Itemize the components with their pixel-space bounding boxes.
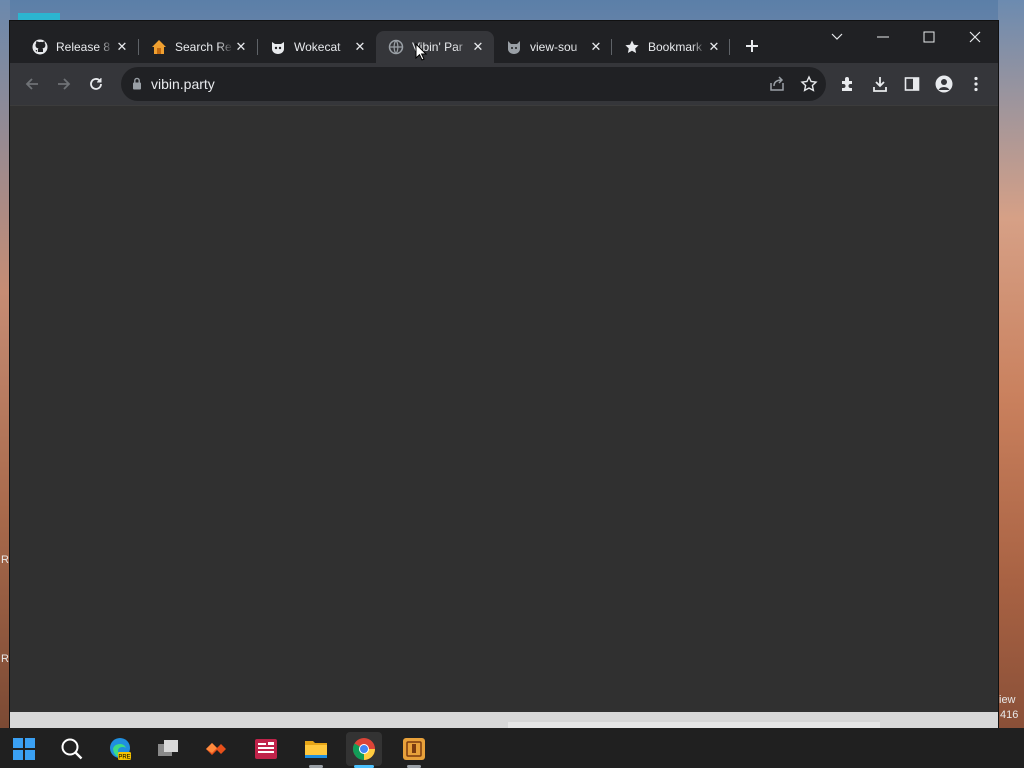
start-button[interactable] xyxy=(6,732,42,766)
close-icon[interactable]: ✕ xyxy=(588,39,604,55)
task-view-icon xyxy=(158,740,178,756)
profile-button[interactable] xyxy=(932,72,956,96)
app-red-icon xyxy=(255,739,277,759)
side-panel-icon xyxy=(904,77,920,91)
tab-strip: Release 8 ✕ Search Re ✕ Wokecat ✕ Vibin'… xyxy=(10,21,998,63)
menu-button[interactable] xyxy=(964,72,988,96)
taskbar: PRE xyxy=(0,728,1024,768)
arrow-left-icon xyxy=(25,78,38,90)
tab-view-source[interactable]: view-sou ✕ xyxy=(494,31,612,63)
back-button[interactable] xyxy=(20,72,44,96)
mouse-cursor-icon xyxy=(415,42,428,66)
close-icon[interactable]: ✕ xyxy=(114,39,130,55)
browser-toolbar: vibin.party xyxy=(10,63,998,105)
page-content[interactable] xyxy=(10,105,998,713)
desktop-label: R xyxy=(1,554,9,566)
tab-bookmarks[interactable]: Bookmark ✕ xyxy=(612,31,730,63)
tab-title: Release 8 xyxy=(56,40,111,54)
taskbar-app-gold[interactable] xyxy=(396,732,432,768)
minimize-icon xyxy=(877,36,889,38)
file-explorer-icon xyxy=(305,741,327,758)
close-icon[interactable]: ✕ xyxy=(352,39,368,55)
forward-button[interactable] xyxy=(52,72,76,96)
tab-vibin-party[interactable]: Vibin' Par ✕ xyxy=(376,31,494,63)
taskbar-file-explorer[interactable] xyxy=(298,732,334,768)
tab-wokecat[interactable]: Wokecat ✕ xyxy=(258,31,376,63)
taskbar-search-button[interactable] xyxy=(54,732,90,766)
close-icon[interactable]: ✕ xyxy=(706,39,722,55)
taskbar-app-orange[interactable] xyxy=(198,732,234,766)
house-icon xyxy=(151,39,167,55)
address-bar[interactable]: vibin.party xyxy=(121,67,826,101)
downloads-button[interactable] xyxy=(868,72,892,96)
kebab-menu-icon xyxy=(974,76,978,92)
tab-title: Bookmark xyxy=(648,40,703,54)
desktop-label: 416 xyxy=(1000,709,1019,721)
maximize-icon xyxy=(923,31,935,43)
github-icon xyxy=(32,39,48,55)
edge-preview-icon: PRE xyxy=(110,738,131,761)
app-orange-icon xyxy=(206,743,226,755)
bookmark-star-icon[interactable] xyxy=(800,75,818,98)
side-panel-button[interactable] xyxy=(900,72,924,96)
desktop-wallpaper-left xyxy=(0,0,10,728)
url-text[interactable]: vibin.party xyxy=(151,76,215,92)
tab-title: view-sou xyxy=(530,40,578,54)
extensions-button[interactable] xyxy=(836,72,860,96)
window-bottom-strip xyxy=(10,712,998,728)
download-icon xyxy=(873,77,887,92)
desktop-label: iew xyxy=(999,694,1016,706)
desktop-highlight xyxy=(18,13,60,21)
profile-icon xyxy=(935,75,953,93)
start-icon xyxy=(13,738,35,760)
cat-icon xyxy=(506,39,522,55)
search-icon xyxy=(61,738,83,760)
desktop-wallpaper-right xyxy=(998,0,1024,728)
tab-search[interactable]: Search Re ✕ xyxy=(139,31,257,63)
taskbar-task-view[interactable] xyxy=(150,732,186,766)
tab-search-button[interactable] xyxy=(817,24,857,50)
close-icon[interactable]: ✕ xyxy=(470,39,486,55)
tab-title: Wokecat xyxy=(294,40,341,54)
desktop-label: R xyxy=(1,653,9,665)
close-icon xyxy=(969,31,981,43)
tab-divider xyxy=(729,39,730,55)
taskbar-app-red[interactable] xyxy=(248,732,284,766)
share-icon[interactable] xyxy=(768,75,786,98)
plus-icon xyxy=(746,40,758,52)
svg-text:PRE: PRE xyxy=(118,755,130,761)
maximize-button[interactable] xyxy=(909,24,949,50)
tab-title: Search Re xyxy=(175,40,232,54)
chrome-icon xyxy=(353,738,375,760)
lock-icon[interactable] xyxy=(132,77,142,95)
minimize-button[interactable] xyxy=(863,24,903,50)
app-gold-icon xyxy=(403,738,425,760)
browser-window: Release 8 ✕ Search Re ✕ Wokecat ✕ Vibin'… xyxy=(10,21,998,728)
globe-icon xyxy=(388,39,404,55)
tab-release[interactable]: Release 8 ✕ xyxy=(20,31,138,63)
star-icon xyxy=(624,39,640,55)
taskbar-edge-preview[interactable]: PRE xyxy=(102,732,138,766)
new-tab-button[interactable] xyxy=(741,35,763,57)
close-window-button[interactable] xyxy=(955,24,995,50)
wokecat-icon xyxy=(270,39,286,55)
reload-button[interactable] xyxy=(84,72,108,96)
taskbar-chrome[interactable] xyxy=(346,732,382,768)
reload-icon xyxy=(90,78,102,90)
close-icon[interactable]: ✕ xyxy=(233,39,249,55)
puzzle-icon xyxy=(842,77,852,91)
chevron-down-icon xyxy=(831,33,843,40)
arrow-right-icon xyxy=(58,78,71,90)
